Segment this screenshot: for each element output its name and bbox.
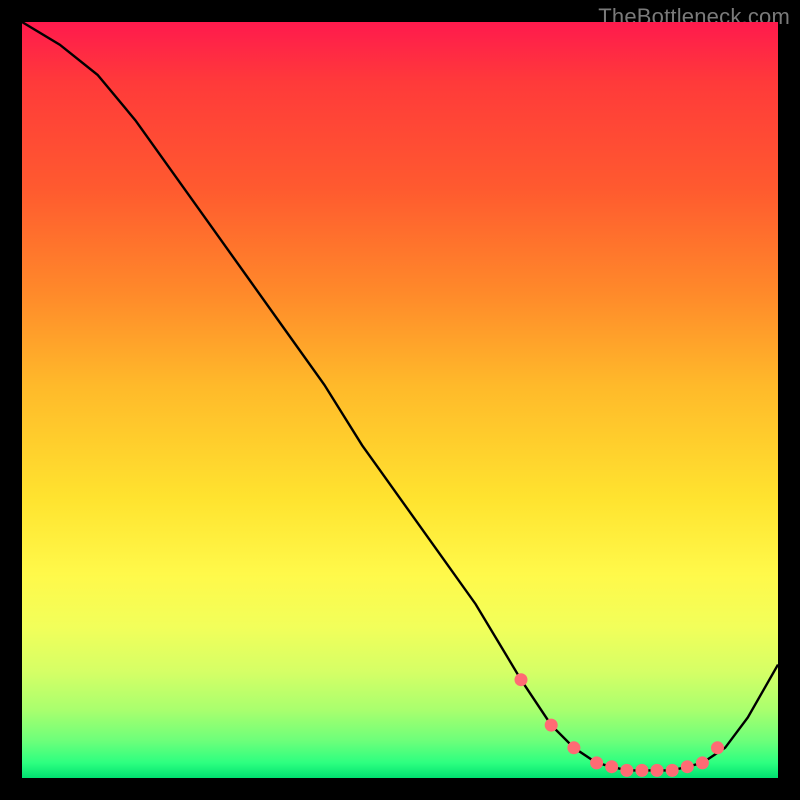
marker-point — [606, 761, 618, 773]
marker-point — [568, 742, 580, 754]
marker-point — [621, 764, 633, 776]
marker-point — [651, 764, 663, 776]
marker-point — [712, 742, 724, 754]
marker-point — [636, 764, 648, 776]
chart-frame: TheBottleneck.com — [0, 0, 800, 800]
marker-point — [696, 757, 708, 769]
marker-point — [591, 757, 603, 769]
marker-group — [515, 674, 724, 777]
plot-area — [22, 22, 778, 778]
marker-point — [681, 761, 693, 773]
bottleneck-curve-path — [22, 22, 778, 770]
curve-svg — [22, 22, 778, 778]
marker-point — [666, 764, 678, 776]
marker-point — [545, 719, 557, 731]
marker-point — [515, 674, 527, 686]
